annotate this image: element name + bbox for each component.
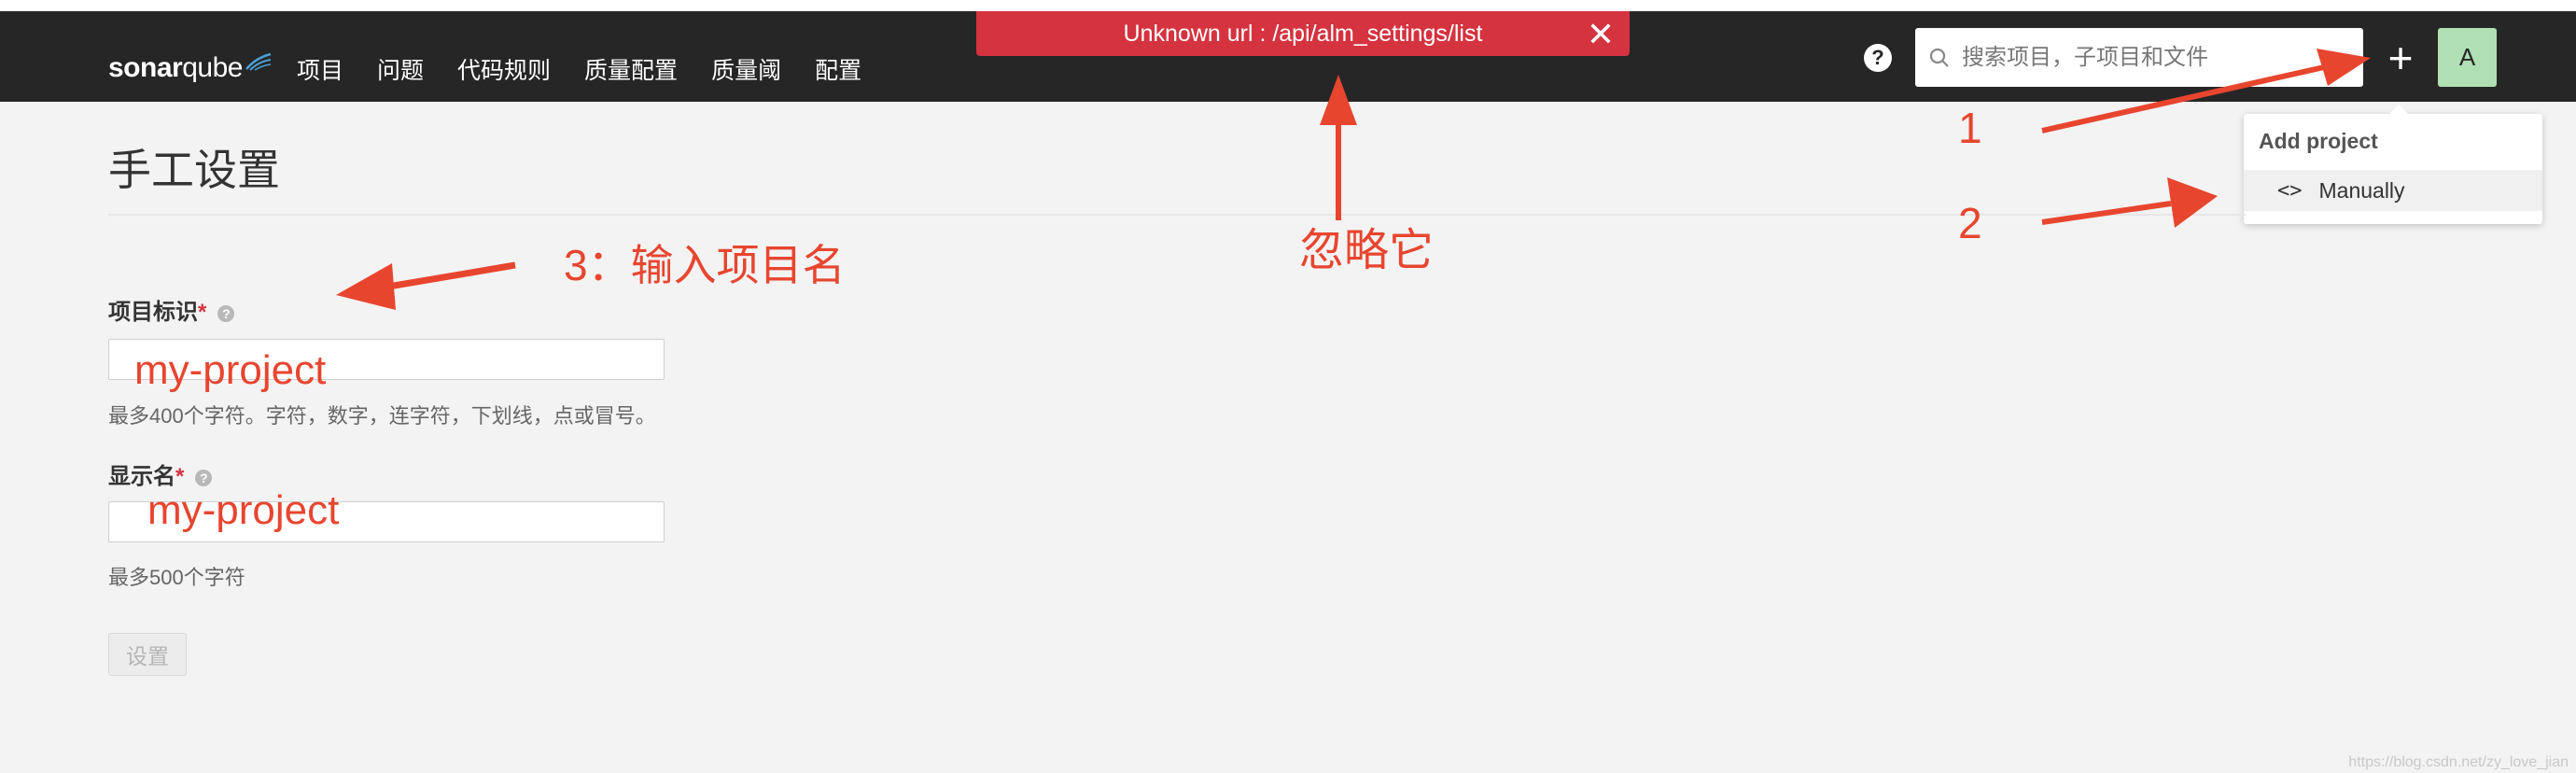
arrow-to-manually: [2041, 177, 2218, 228]
arrow-to-plus-icon: [2041, 49, 2371, 134]
arrow-to-error-toast: [1320, 75, 1357, 220]
watermark: https://blog.csdn.net/zy_love_jian: [2348, 754, 2569, 770]
annotation-arrows: [336, 49, 2371, 310]
arrow-to-project-key: [336, 261, 516, 310]
